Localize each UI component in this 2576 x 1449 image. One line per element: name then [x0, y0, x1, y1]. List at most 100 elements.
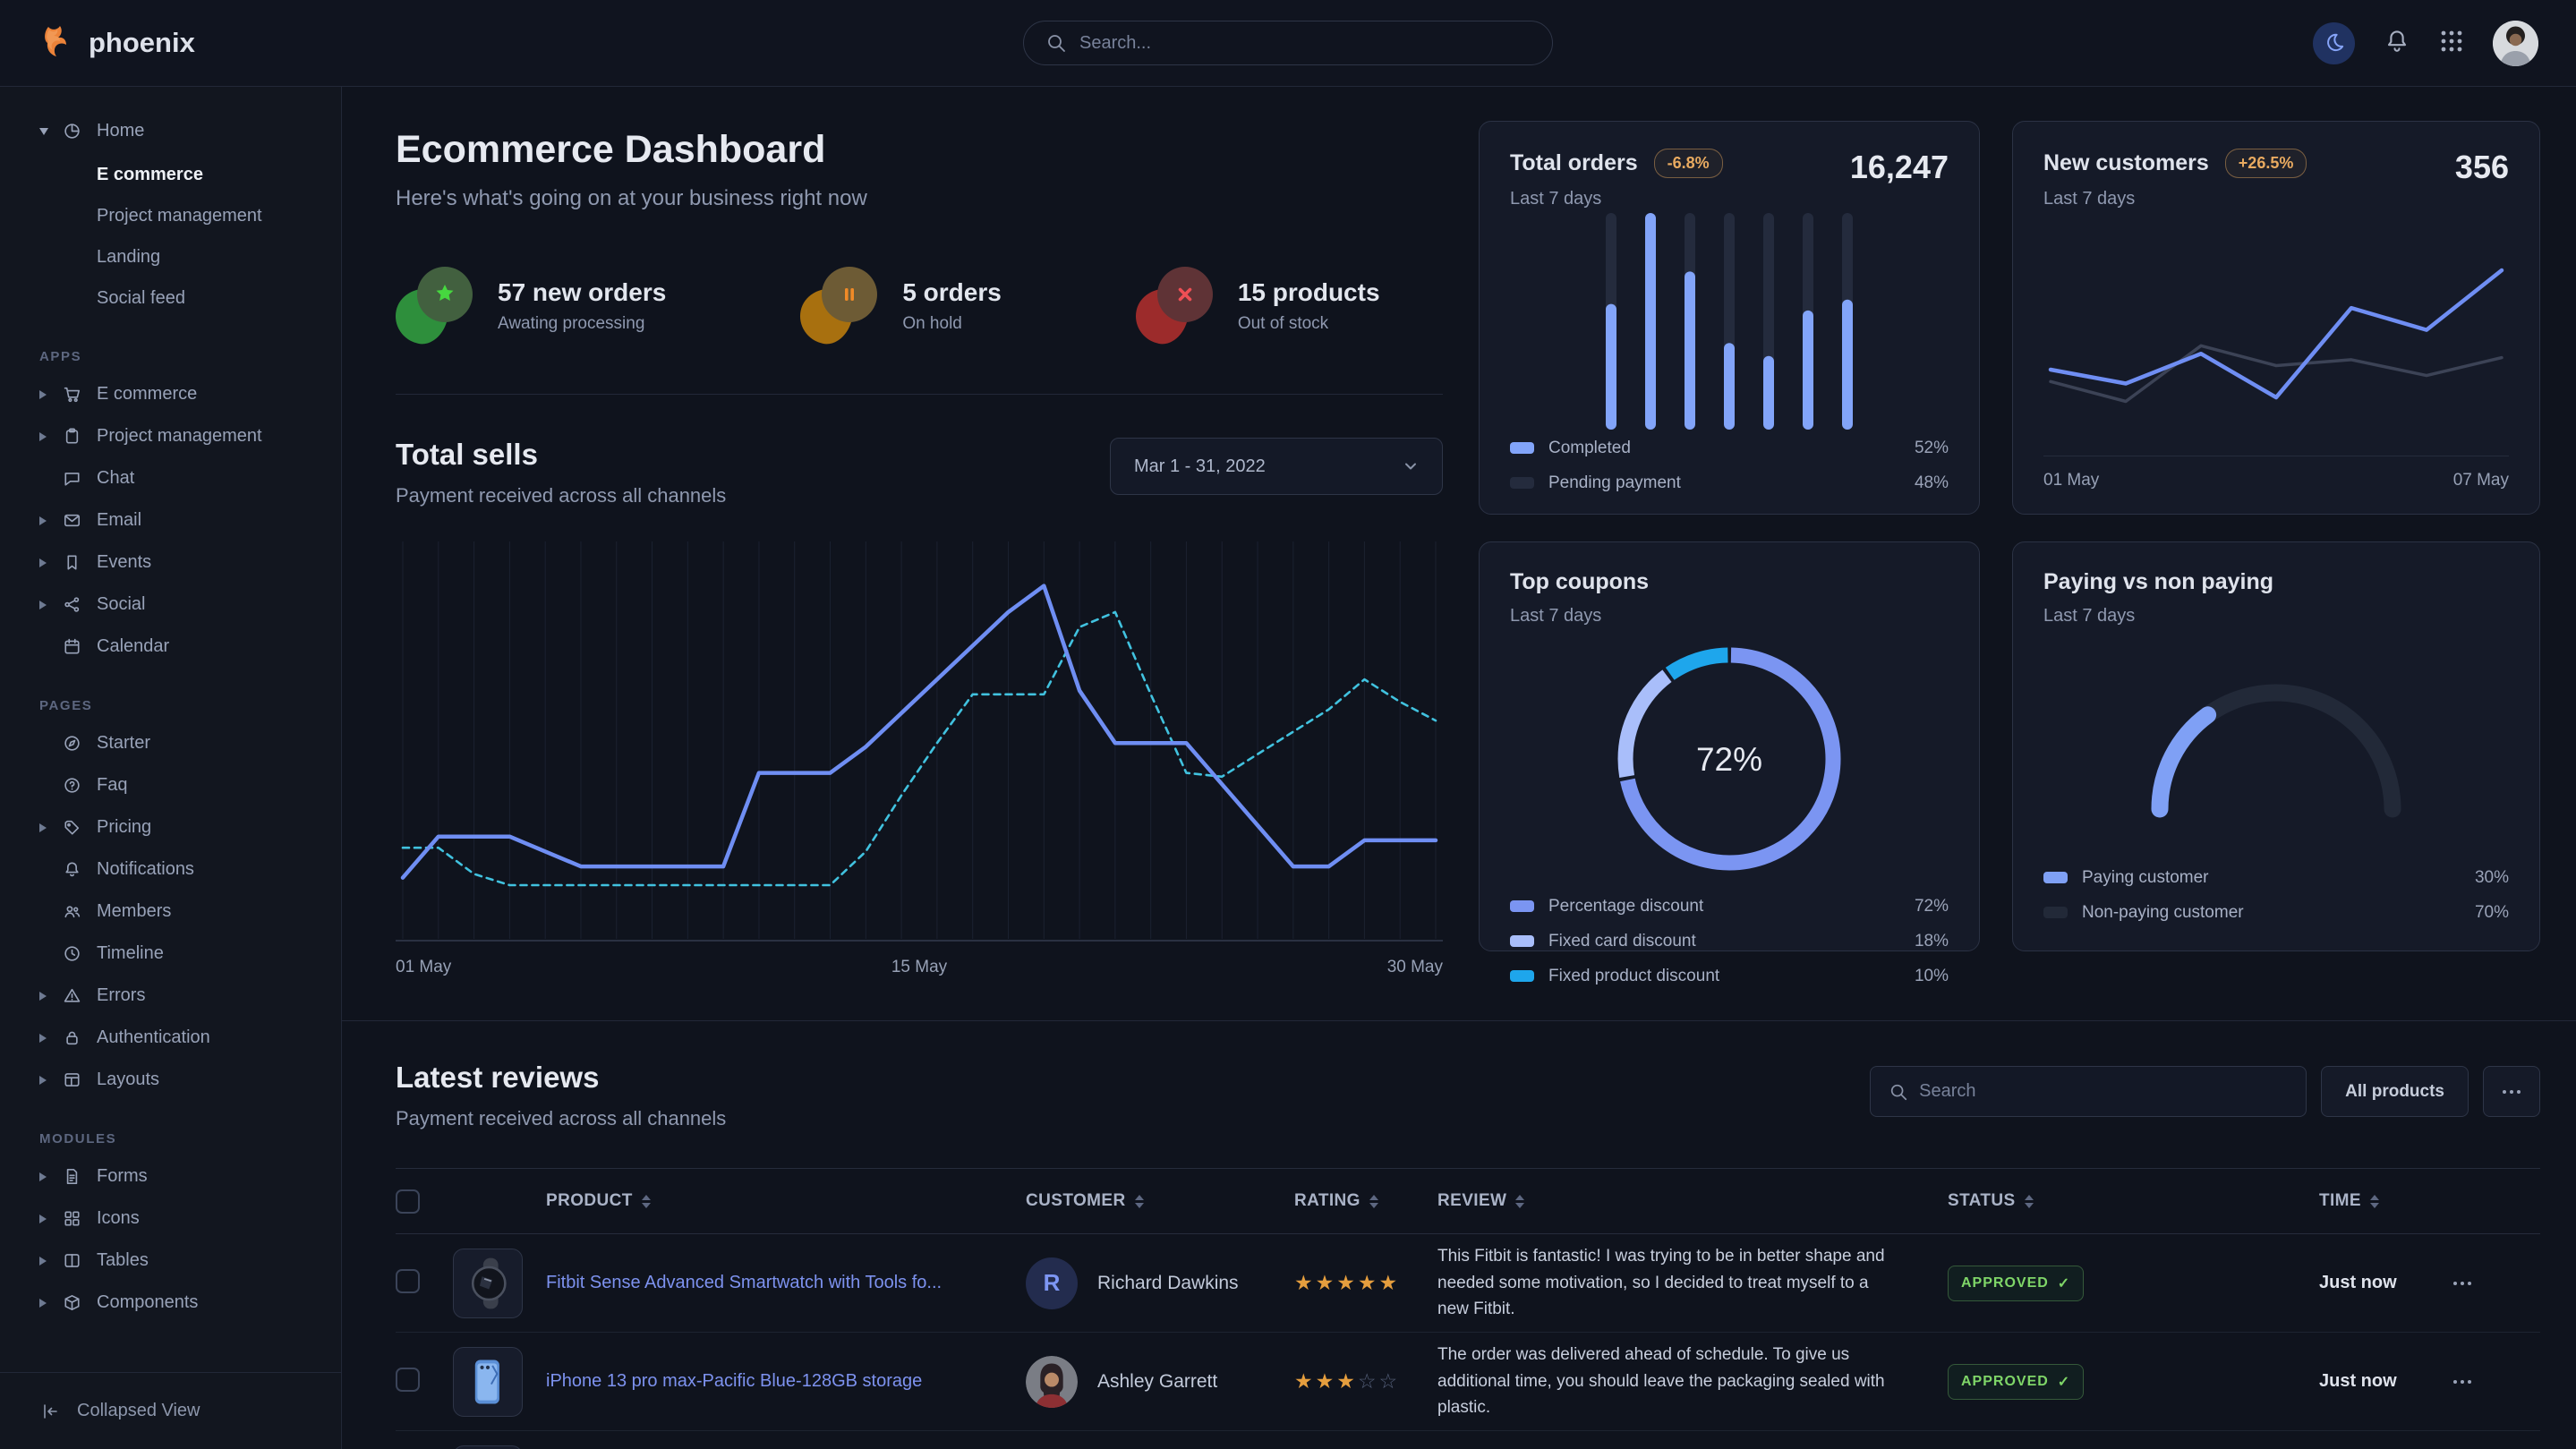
row-menu-cell	[2453, 1380, 2540, 1384]
customer-avatar: R	[1026, 1257, 1078, 1309]
sidebar-item-faq[interactable]: Faq	[39, 764, 320, 806]
sidebar-subitem-social-feed[interactable]: Social feed	[39, 277, 320, 319]
reviews-table-header: PRODUCTCUSTOMERRATINGREVIEWSTATUSTIME	[396, 1168, 2540, 1234]
customer-cell: Ashley Garrett	[1026, 1356, 1294, 1408]
legend-swatch	[1510, 970, 1534, 982]
global-search-input[interactable]	[1079, 33, 1531, 54]
all-products-button[interactable]: All products	[2321, 1066, 2469, 1117]
global-search[interactable]	[1023, 21, 1553, 65]
legend-item-fixed-card-discount: Fixed card discount18%	[1510, 926, 1949, 956]
sidebar-item-project-management[interactable]: Project management	[39, 415, 320, 457]
legend-swatch	[1510, 935, 1534, 947]
star-empty-icon: ☆☆	[1358, 1369, 1400, 1393]
legend-item-paying-customer: Paying customer30%	[2043, 863, 2509, 892]
sidebar-item-events[interactable]: Events	[39, 541, 320, 584]
sort-icon[interactable]	[2025, 1195, 2034, 1208]
sidebar-item-layouts[interactable]: Layouts	[39, 1059, 320, 1101]
reviews-search[interactable]	[1870, 1066, 2307, 1117]
card-period: Last 7 days	[2043, 189, 2307, 209]
customer-cell: RRichard Dawkins	[1026, 1257, 1294, 1309]
sidebar-item-email[interactable]: Email	[39, 499, 320, 541]
column-label: PRODUCT	[546, 1191, 633, 1211]
sidebar-item-pricing[interactable]: Pricing	[39, 806, 320, 848]
sort-icon[interactable]	[642, 1195, 651, 1208]
sidebar-item-chat[interactable]: Chat	[39, 457, 320, 499]
sidebar-subitem-e-commerce[interactable]: E commerce	[39, 154, 320, 195]
sidebar-item-calendar[interactable]: Calendar	[39, 626, 320, 668]
x-axis-label: 01 May	[396, 958, 451, 977]
sidebar-item-components[interactable]: Components	[39, 1282, 320, 1324]
select-all-checkbox[interactable]	[396, 1189, 420, 1214]
sidebar-item-timeline[interactable]: Timeline	[39, 933, 320, 975]
sidebar-item-icons[interactable]: Icons	[39, 1198, 320, 1240]
stat-sublabel: Out of stock	[1238, 314, 1380, 334]
notifications-button[interactable]	[2384, 28, 2410, 59]
sidebar-item-home[interactable]: Home	[39, 110, 320, 152]
pie-chart-icon	[63, 122, 97, 141]
sidebar-subitem-landing[interactable]: Landing	[39, 236, 320, 277]
brand-logo[interactable]: phoenix	[38, 24, 195, 62]
reviews-search-input[interactable]	[1919, 1081, 2288, 1102]
row-checkbox[interactable]	[396, 1368, 420, 1392]
total-orders-card: Total orders -6.8% Last 7 days 16,247 Co…	[1479, 121, 1980, 515]
share-icon	[63, 595, 97, 614]
legend-value: 10%	[1915, 967, 1949, 986]
theme-toggle-button[interactable]	[2313, 22, 2355, 64]
date-range-select[interactable]: Mar 1 - 31, 2022	[1110, 438, 1443, 495]
check-icon: ✓	[2058, 1274, 2070, 1292]
paying-legend: Paying customer30%Non-paying customer70%	[2043, 863, 2509, 927]
chevron-right-icon	[39, 432, 47, 441]
sidebar-item-e-commerce[interactable]: E commerce	[39, 373, 320, 415]
card-period: Last 7 days	[2043, 606, 2273, 626]
bookmark-icon	[63, 553, 97, 572]
sort-icon[interactable]	[1515, 1195, 1524, 1208]
new-customers-line-chart	[2043, 220, 2509, 446]
all-products-label: All products	[2345, 1082, 2444, 1102]
status-label: APPROVED	[1961, 1374, 2049, 1390]
sidebar-subitem-project-management[interactable]: Project management	[39, 195, 320, 236]
total-sells-title: Total sells	[396, 438, 726, 472]
chevron-right-icon	[39, 1172, 47, 1181]
sort-icon[interactable]	[2370, 1195, 2379, 1208]
row-menu-button[interactable]	[2453, 1380, 2540, 1384]
compass-icon	[63, 734, 97, 753]
legend-label: Paying customer	[2082, 868, 2209, 888]
sidebar-item-members[interactable]: Members	[39, 891, 320, 933]
sort-icon[interactable]	[1135, 1195, 1144, 1208]
kpi-cards: Total orders -6.8% Last 7 days 16,247 Co…	[1479, 121, 2540, 977]
sidebar-item-forms[interactable]: Forms	[39, 1155, 320, 1198]
reviews-more-button[interactable]	[2483, 1066, 2540, 1117]
legend-swatch	[1510, 900, 1534, 912]
bell-icon	[2384, 28, 2410, 55]
product-link[interactable]: iPhone 13 pro max-Pacific Blue-128GB sto…	[546, 1371, 922, 1392]
x-axis-label: 07 May	[2453, 471, 2509, 490]
cart-icon	[63, 385, 97, 404]
collapse-sidebar-button[interactable]: Collapsed View	[0, 1372, 341, 1449]
user-avatar[interactable]	[2493, 21, 2538, 66]
sidebar-item-errors[interactable]: Errors	[39, 975, 320, 1017]
sidebar-item-notifications[interactable]: Notifications	[39, 848, 320, 891]
row-menu-button[interactable]	[2453, 1282, 2540, 1285]
rating-stars: ★★★★★	[1294, 1271, 1437, 1295]
row-checkbox[interactable]	[396, 1269, 420, 1293]
apps-menu-button[interactable]	[2439, 29, 2464, 58]
stats-row: 57 new ordersAwating processing5 ordersO…	[396, 267, 1443, 395]
legend-label: Fixed product discount	[1548, 967, 1719, 986]
sidebar-nav: HomeE commerceProject managementLandingS…	[0, 87, 341, 1324]
legend-value: 72%	[1915, 897, 1949, 916]
sidebar-item-starter[interactable]: Starter	[39, 722, 320, 764]
sidebar-item-social[interactable]: Social	[39, 584, 320, 626]
columns-icon	[63, 1251, 97, 1270]
trend-badge: -6.8%	[1654, 149, 1723, 178]
sidebar-item-label: Starter	[97, 733, 150, 754]
sidebar-item-authentication[interactable]: Authentication	[39, 1017, 320, 1059]
status-label: APPROVED	[1961, 1275, 2049, 1291]
warning-blob-icon	[800, 267, 879, 345]
avatar-image	[2493, 21, 2538, 66]
sidebar-item-tables[interactable]: Tables	[39, 1240, 320, 1282]
paying-vs-nonpaying-card: Paying vs non paying Last 7 days Paying …	[2012, 541, 2540, 951]
card-title: Total orders	[1510, 150, 1638, 176]
product-link[interactable]: Fitbit Sense Advanced Smartwatch with To…	[546, 1273, 942, 1293]
sort-icon[interactable]	[1369, 1195, 1378, 1208]
brand-name: phoenix	[89, 27, 195, 59]
